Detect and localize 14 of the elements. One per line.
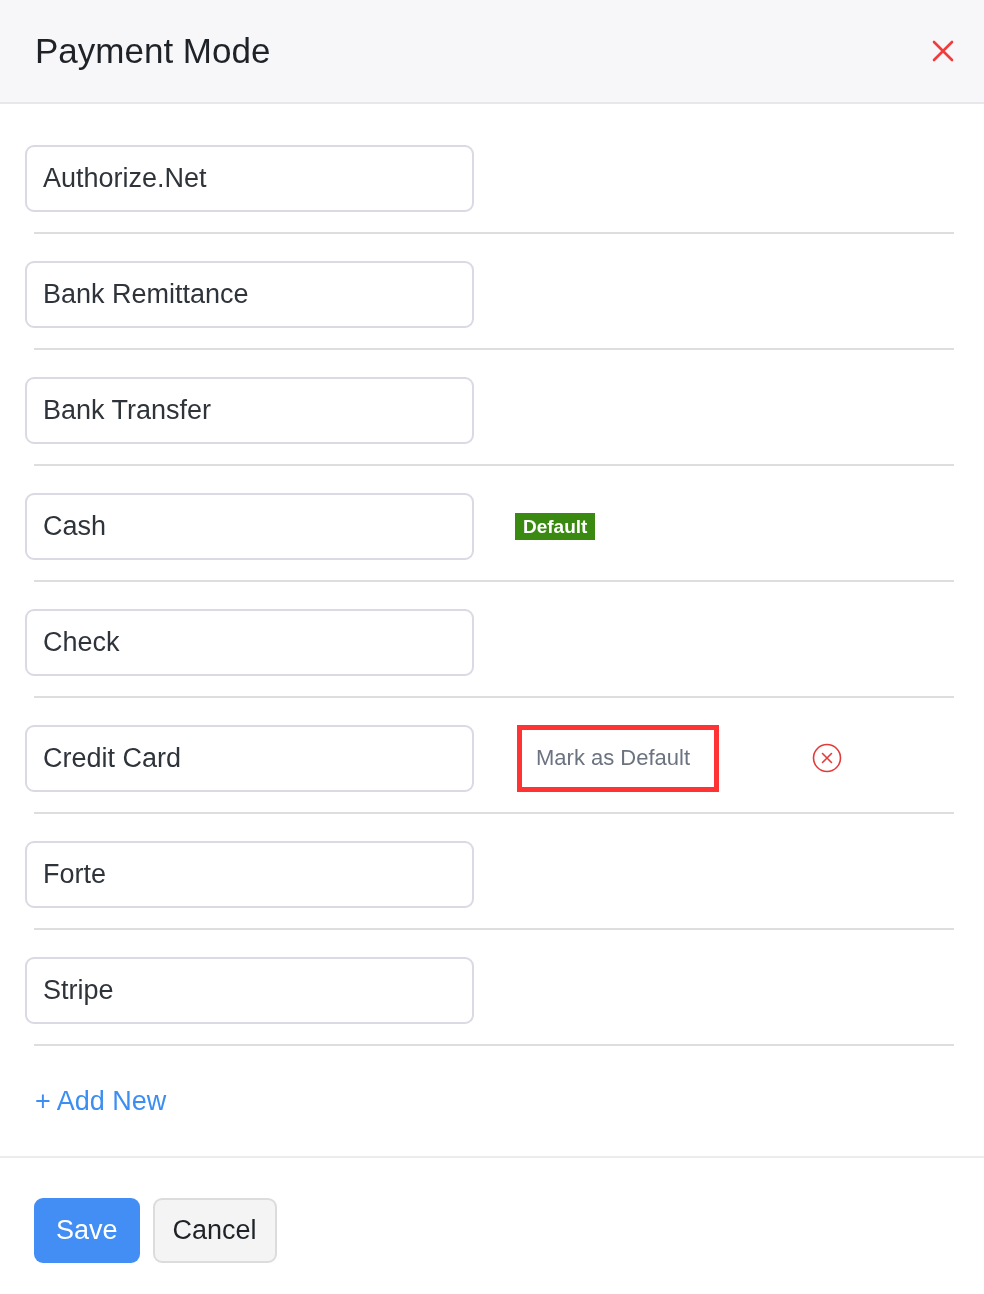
- payment-mode-field[interactable]: Authorize.Net: [25, 144, 474, 212]
- payment-mode-field[interactable]: Stripe: [25, 956, 474, 1024]
- dialog-title: Payment Mode: [35, 29, 271, 72]
- payment-mode-field[interactable]: Check: [25, 608, 474, 676]
- delete-icon[interactable]: [812, 743, 842, 773]
- payment-mode-field[interactable]: Bank Remittance: [25, 260, 474, 328]
- close-icon[interactable]: [932, 40, 954, 62]
- default-badge: Default: [515, 512, 596, 540]
- payment-mode-field[interactable]: Credit Card: [25, 724, 474, 792]
- payment-mode-field[interactable]: Forte: [25, 840, 474, 908]
- payment-mode-field[interactable]: Cash: [25, 492, 474, 560]
- payment-mode-field[interactable]: Bank Transfer: [25, 376, 474, 444]
- cancel-button[interactable]: Cancel: [152, 1198, 277, 1263]
- mark-as-default-link[interactable]: Mark as Default: [536, 747, 691, 769]
